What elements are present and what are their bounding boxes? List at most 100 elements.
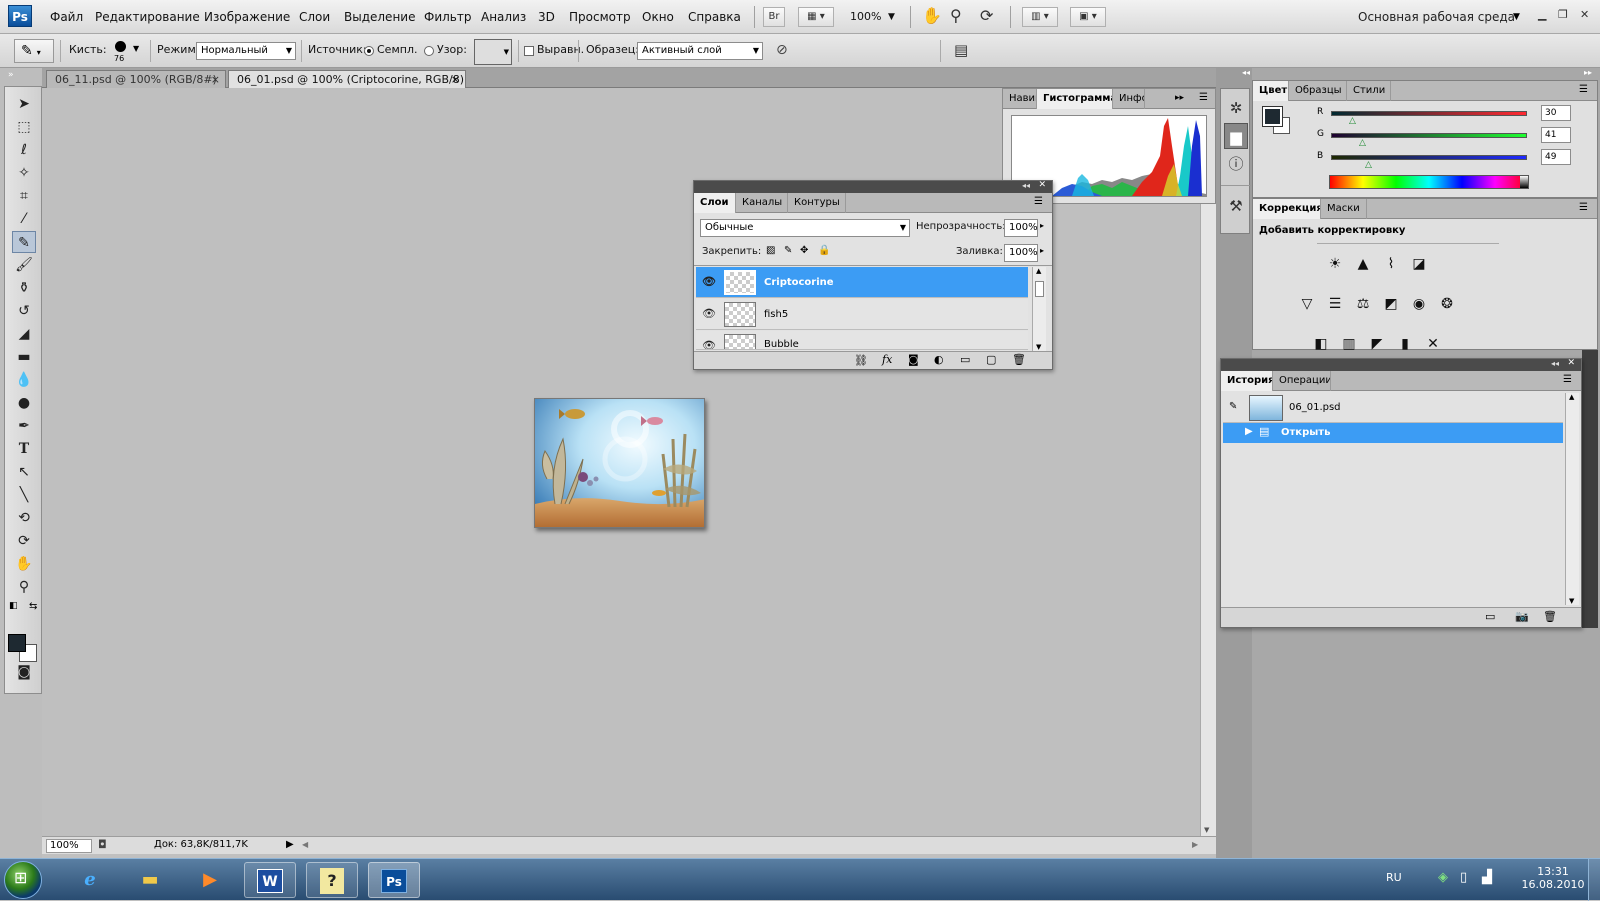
tab-swatches[interactable]: Образцы bbox=[1289, 81, 1347, 101]
bridge-button[interactable]: Br bbox=[763, 7, 785, 27]
new-document-from-state-icon[interactable]: ▭ bbox=[1485, 610, 1495, 623]
hand-icon[interactable]: ✋ bbox=[922, 6, 942, 25]
language-indicator[interactable]: RU bbox=[1386, 871, 1402, 884]
new-layer-icon[interactable]: ▢ bbox=[986, 353, 996, 366]
panel-menu-icon[interactable]: ☰ bbox=[1199, 92, 1208, 103]
eraser-icon[interactable]: ◢ bbox=[12, 323, 36, 345]
scroll-up-icon[interactable]: ▲ bbox=[1569, 393, 1574, 401]
type-tool-icon[interactable]: T bbox=[12, 438, 36, 460]
selective-color-icon[interactable]: ✕ bbox=[1421, 333, 1445, 351]
threshold-icon[interactable]: ◤ bbox=[1365, 333, 1389, 351]
history-panel-header[interactable]: ◂◂ ✕ bbox=[1221, 358, 1581, 371]
menu-view[interactable]: Просмотр bbox=[569, 10, 631, 24]
photo-filter-icon[interactable]: ◉ bbox=[1407, 293, 1431, 315]
zoom-icon[interactable]: ⚲ bbox=[950, 6, 962, 25]
visibility-eye-icon[interactable]: 👁 bbox=[702, 339, 716, 349]
tool-preset-picker[interactable]: ✎ ▾ bbox=[14, 39, 54, 63]
quick-mask-icon[interactable]: ◙ bbox=[12, 661, 36, 683]
magic-wand-icon[interactable]: ✧ bbox=[12, 162, 36, 184]
close-tab-icon[interactable]: × bbox=[211, 71, 220, 88]
layers-scrollbar[interactable]: ▲ ▼ bbox=[1032, 267, 1046, 351]
trash-icon[interactable]: 🗑 bbox=[1012, 353, 1026, 366]
menu-file[interactable]: Файл bbox=[50, 10, 83, 24]
clone-source-panel-icon[interactable]: ▤ bbox=[954, 41, 968, 59]
close-icon[interactable]: ✕ bbox=[1567, 358, 1575, 368]
dodge-tool-icon[interactable]: ● bbox=[12, 392, 36, 414]
sample-select[interactable]: Активный слой ▼ bbox=[637, 42, 763, 60]
lock-transparent-icon[interactable]: ▨ bbox=[766, 245, 775, 256]
document-image[interactable] bbox=[534, 398, 705, 528]
menu-help[interactable]: Справка bbox=[688, 10, 741, 24]
histogram-icon[interactable]: ▆ bbox=[1224, 123, 1248, 149]
swap-colors-icon[interactable]: ⇆ bbox=[29, 601, 37, 612]
lock-pixels-icon[interactable]: ✎ bbox=[784, 245, 792, 256]
menu-3d[interactable]: 3D bbox=[538, 10, 555, 24]
tab-adjustments[interactable]: Коррекция bbox=[1253, 199, 1321, 219]
healing-brush-icon[interactable]: ✎ bbox=[12, 231, 36, 253]
collapse-panel-icon[interactable]: ◂◂ bbox=[1551, 359, 1559, 368]
document-tab-active[interactable]: 06_01.psd @ 100% (Criptocorine, RGB/8) × bbox=[228, 70, 466, 88]
move-tool-icon[interactable]: ➤ bbox=[12, 93, 36, 115]
gradient-tool-icon[interactable]: ▬ bbox=[12, 346, 36, 368]
workspace-switcher[interactable]: Основная рабочая среда bbox=[1358, 10, 1515, 24]
crop-tool-icon[interactable]: ⌗ bbox=[12, 185, 36, 207]
screen-mode-button[interactable]: ▣ ▾ bbox=[1070, 7, 1106, 27]
tab-masks[interactable]: Маски bbox=[1321, 199, 1367, 219]
tray-app-icon[interactable]: ◈ bbox=[1438, 870, 1448, 885]
panel-menu-icon[interactable]: ☰ bbox=[1579, 84, 1588, 95]
color-balance-icon[interactable]: ⚖ bbox=[1351, 293, 1375, 315]
history-scrollbar[interactable]: ▲ ▼ bbox=[1565, 393, 1579, 605]
taskbar-photoshop-icon[interactable]: Ps bbox=[368, 862, 420, 898]
visibility-eye-icon[interactable]: 👁 bbox=[702, 275, 716, 288]
vibrance-icon[interactable]: ▽ bbox=[1295, 293, 1319, 315]
pen-tool-icon[interactable]: ✒ bbox=[12, 415, 36, 437]
red-slider[interactable] bbox=[1331, 111, 1527, 116]
layers-panel-header[interactable]: ◂◂ ✕ bbox=[694, 180, 1052, 193]
history-item[interactable]: ▶ ▤ Открыть bbox=[1223, 423, 1563, 443]
new-group-icon[interactable]: ▭ bbox=[960, 353, 970, 366]
tab-info[interactable]: Инфо bbox=[1113, 89, 1145, 109]
arrange-documents-button[interactable]: ▥ ▾ bbox=[1022, 7, 1058, 27]
history-brush-source-icon[interactable]: ✎ bbox=[1229, 401, 1237, 412]
source-pattern-radio[interactable] bbox=[424, 46, 434, 56]
slider-handle-icon[interactable]: △ bbox=[1359, 138, 1366, 148]
menu-filter[interactable]: Фильтр bbox=[424, 10, 471, 24]
add-mask-icon[interactable]: ◙ bbox=[908, 353, 919, 366]
blend-mode-select[interactable]: Обычные ▼ bbox=[700, 219, 910, 237]
taskbar-media-player-icon[interactable]: ▶ bbox=[184, 862, 236, 898]
brightness-icon[interactable]: ☀ bbox=[1323, 253, 1347, 275]
opacity-input[interactable]: 100% bbox=[1004, 219, 1038, 237]
adjustment-layer-icon[interactable]: ◐ bbox=[934, 353, 944, 366]
layer-row[interactable]: 👁 fish5 bbox=[696, 299, 1028, 330]
tab-color[interactable]: Цвет bbox=[1253, 81, 1289, 101]
fill-slider-arrow-icon[interactable]: ▸ bbox=[1040, 246, 1044, 255]
blue-slider[interactable] bbox=[1331, 155, 1527, 160]
aligned-checkbox[interactable] bbox=[524, 46, 534, 56]
pattern-picker[interactable]: ▼ bbox=[474, 39, 512, 65]
gradient-map-icon[interactable]: ▮ bbox=[1393, 333, 1417, 351]
zoom-field[interactable]: 100% bbox=[46, 839, 92, 853]
panel-menu-icon[interactable]: ☰ bbox=[1034, 196, 1043, 207]
tab-channels[interactable]: Каналы bbox=[736, 193, 788, 213]
chevron-down-icon[interactable]: ▼ bbox=[1513, 12, 1520, 22]
panel-menu-icon[interactable]: ☰ bbox=[1563, 374, 1572, 385]
channel-mixer-icon[interactable]: ❂ bbox=[1435, 293, 1459, 315]
extras-button[interactable]: ▦ ▾ bbox=[798, 7, 834, 27]
visibility-eye-icon[interactable]: 👁 bbox=[702, 307, 716, 320]
tray-device-icon[interactable]: ▯ bbox=[1460, 870, 1467, 885]
blur-tool-icon[interactable]: 💧 bbox=[12, 369, 36, 391]
layer-style-fx-icon[interactable]: fx bbox=[882, 353, 892, 366]
scroll-down-icon[interactable]: ▼ bbox=[1204, 826, 1209, 834]
mode-select[interactable]: Нормальный ▼ bbox=[196, 42, 296, 60]
tab-history[interactable]: История bbox=[1221, 371, 1273, 391]
levels-icon[interactable]: ▲ bbox=[1351, 253, 1375, 275]
taskbar-explorer-icon[interactable]: ▬ bbox=[124, 862, 176, 898]
foreground-swatch[interactable] bbox=[1262, 106, 1283, 127]
exposure-icon[interactable]: ◪ bbox=[1407, 253, 1431, 275]
rotate-view-icon[interactable]: ⟳ bbox=[980, 6, 993, 25]
panel-menu-icon[interactable]: ☰ bbox=[1579, 202, 1588, 213]
path-selection-icon[interactable]: ↖ bbox=[12, 461, 36, 483]
scroll-down-icon[interactable]: ▼ bbox=[1036, 343, 1041, 351]
hue-saturation-icon[interactable]: ☰ bbox=[1323, 293, 1347, 315]
tab-navigator[interactable]: Навиг bbox=[1003, 89, 1037, 109]
